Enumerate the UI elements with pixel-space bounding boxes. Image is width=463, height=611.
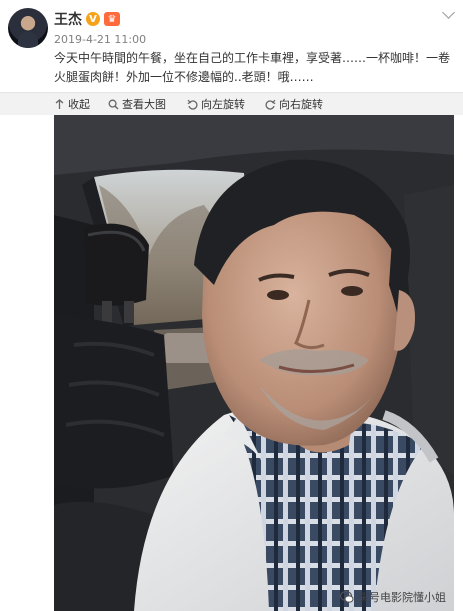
post-text: 今天中午時間的午餐，坐在自己的工作卡車裡，享受著……一杯咖啡！一卷火腿蛋肉餅！外… (54, 51, 451, 84)
rotate-left-icon (187, 99, 198, 110)
chevron-down-icon[interactable] (442, 6, 455, 19)
post-header: 王杰 V ♛ 2019-4-21 11:00 今天中午時間的午餐，坐在自己的工作… (0, 0, 463, 92)
collapse-up-icon (55, 98, 64, 109)
avatar[interactable] (8, 8, 48, 48)
view-large-label: 查看大图 (122, 98, 166, 111)
name-row: 王杰 V ♛ (54, 10, 120, 28)
post-photo[interactable]: 头号电影院懂小姐 (54, 115, 454, 611)
wechat-icon (340, 590, 354, 603)
watermark-text: 头号电影院懂小姐 (358, 591, 446, 604)
rotate-right-button[interactable]: 向右旋转 (265, 96, 323, 112)
view-large-button[interactable]: 查看大图 (108, 96, 166, 112)
collect-label: 收起 (68, 98, 90, 111)
collect-button[interactable]: 收起 (54, 96, 90, 112)
rotate-right-icon (265, 99, 276, 110)
post-timestamp[interactable]: 2019-4-21 11:00 (54, 33, 146, 46)
member-crown-icon[interactable]: ♛ (104, 12, 120, 26)
rotate-left-label: 向左旋转 (201, 98, 245, 111)
username[interactable]: 王杰 (54, 9, 82, 29)
rotate-right-label: 向右旋转 (279, 98, 323, 111)
image-toolbar: 收起 查看大图 向左旋转 向右旋转 (0, 92, 463, 115)
rotate-left-button[interactable]: 向左旋转 (187, 96, 245, 112)
watermark: 头号电影院懂小姐 (340, 589, 446, 605)
selfie-in-truck-image (54, 115, 454, 611)
verified-badge-icon[interactable]: V (86, 12, 100, 26)
magnifier-icon (108, 99, 119, 109)
